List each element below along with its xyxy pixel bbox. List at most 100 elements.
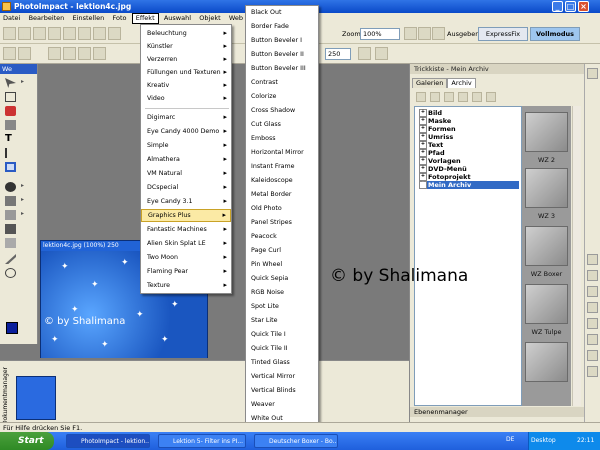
option-icon[interactable]: [358, 47, 371, 60]
menu-effekt[interactable]: Effekt: [131, 13, 159, 24]
vollmodus-button[interactable]: Vollmodus: [530, 27, 580, 41]
submenu-item-old-photo[interactable]: Old Photo: [246, 202, 318, 216]
flip-icon[interactable]: [93, 47, 106, 60]
submenu-item-weaver[interactable]: Weaver: [246, 398, 318, 412]
close-button[interactable]: ×: [578, 1, 589, 12]
panel-toggle-icon[interactable]: [587, 286, 598, 297]
panel-toggle-icon[interactable]: [587, 334, 598, 345]
panel-toggle-icon[interactable]: [587, 318, 598, 329]
menu-item-almathera[interactable]: Almathera: [141, 153, 231, 166]
transform-icon[interactable]: [18, 47, 31, 60]
menu-bearbeiten[interactable]: Bearbeiten: [26, 13, 68, 24]
tool-arrow-icon[interactable]: ▸: [21, 78, 31, 88]
menu-item-two-moon[interactable]: Two Moon: [141, 251, 231, 264]
task-lektion[interactable]: Lektion 5- Filter ins PI...: [158, 434, 246, 448]
menu-auswahl[interactable]: Auswahl: [161, 13, 194, 24]
menu-item-verzerren[interactable]: Verzerren: [141, 53, 231, 66]
save-icon[interactable]: [33, 27, 46, 40]
submenu-item-button-beveler-2[interactable]: Button Beveler II: [246, 48, 318, 62]
submenu-item-horizontal-mirror[interactable]: Horizontal Mirror: [246, 146, 318, 160]
submenu-item-quick-sepia[interactable]: Quick Sepia: [246, 272, 318, 286]
submenu-item-quick-tile-2[interactable]: Quick Tile II: [246, 342, 318, 356]
submenu-item-panel-stripes[interactable]: Panel Stripes: [246, 216, 318, 230]
panel-tool-icon[interactable]: [430, 92, 440, 102]
menu-item-fantastic-machines[interactable]: Fantastic Machines: [141, 223, 231, 236]
menu-item-texture[interactable]: Texture: [141, 279, 231, 292]
panel-toggle-icon[interactable]: [587, 254, 598, 265]
pick-tool-icon[interactable]: [3, 47, 16, 60]
tree-item[interactable]: Text: [419, 141, 519, 149]
gallery-thumbnail[interactable]: [525, 284, 568, 324]
retouch-tool-icon[interactable]: [5, 238, 16, 248]
eyedropper-tool-icon[interactable]: [5, 254, 16, 264]
submenu-item-peacock[interactable]: Peacock: [246, 230, 318, 244]
magnifier-tool-icon[interactable]: [5, 268, 16, 278]
submenu-item-colorize[interactable]: Colorize: [246, 90, 318, 104]
rotate-icon[interactable]: [78, 47, 91, 60]
panel-tool-icon[interactable]: [458, 92, 468, 102]
menu-item-kreativ[interactable]: Kreativ: [141, 79, 231, 92]
tab-galerien[interactable]: Galerien: [412, 78, 448, 88]
paste-icon[interactable]: [93, 27, 106, 40]
ausgeben-button[interactable]: Ausgeben: [447, 28, 479, 40]
panel-toggle-icon[interactable]: [587, 68, 598, 79]
menu-item-dcspecial[interactable]: DCspecial: [141, 181, 231, 194]
submenu-item-metal-border[interactable]: Metal Border: [246, 188, 318, 202]
copy-icon[interactable]: [78, 27, 91, 40]
menu-web[interactable]: Web: [226, 13, 246, 24]
submenu-item-kaleidoscope[interactable]: Kaleidoscope: [246, 174, 318, 188]
tool-arrow-icon[interactable]: ▸: [21, 196, 31, 206]
option2-icon[interactable]: [375, 47, 388, 60]
minimize-button[interactable]: _: [552, 1, 563, 12]
menu-foto[interactable]: Foto: [109, 13, 129, 24]
frame-tool-icon[interactable]: [5, 162, 16, 172]
submenu-item-instant-frame[interactable]: Instant Frame: [246, 160, 318, 174]
submenu-item-button-beveler-1[interactable]: Button Beveler I: [246, 34, 318, 48]
submenu-item-spot-lite[interactable]: Spot Lite: [246, 300, 318, 314]
task-boxer[interactable]: Deutscher Boxer - Bo...: [254, 434, 338, 448]
menu-item-eye-candy-4000[interactable]: Eye Candy 4000 Demo: [141, 125, 231, 138]
menu-item-beleuchtung[interactable]: Beleuchtung: [141, 27, 231, 40]
tree-item[interactable]: Bild: [419, 109, 519, 117]
gallery-thumbnail[interactable]: [525, 226, 568, 266]
expressfix-button[interactable]: ExpressFix: [478, 27, 528, 41]
document-thumbnail[interactable]: [16, 376, 56, 420]
submenu-item-emboss[interactable]: Emboss: [246, 132, 318, 146]
crop-icon[interactable]: [48, 47, 61, 60]
submenu-item-cross-shadow[interactable]: Cross Shadow: [246, 104, 318, 118]
submenu-item-quick-tile-1[interactable]: Quick Tile I: [246, 328, 318, 342]
transform-tool-icon[interactable]: [5, 120, 16, 130]
resize-icon[interactable]: [63, 47, 76, 60]
start-button[interactable]: Start: [0, 432, 54, 450]
pen-tool-icon[interactable]: [5, 148, 16, 158]
eraser-tool-icon[interactable]: [5, 210, 16, 220]
menu-item-alien-skin[interactable]: Alien Skin Splat LE: [141, 237, 231, 250]
tab-archiv[interactable]: Archiv: [447, 78, 476, 88]
tree-item[interactable]: Pfad: [419, 149, 519, 157]
foreground-color-swatch[interactable]: [6, 322, 18, 334]
submenu-item-tinted-glass[interactable]: Tinted Glass: [246, 356, 318, 370]
panel-tool-icon[interactable]: [444, 92, 454, 102]
tool-arrow-icon[interactable]: ▸: [21, 182, 31, 192]
submenu-item-black-out[interactable]: Black Out: [246, 6, 318, 20]
submenu-item-pin-wheel[interactable]: Pin Wheel: [246, 258, 318, 272]
tree-item[interactable]: Maske: [419, 117, 519, 125]
tool-arrow-icon[interactable]: ▸: [21, 210, 31, 220]
text-tool-icon[interactable]: T: [5, 134, 16, 144]
new-icon[interactable]: [3, 27, 16, 40]
gallery-thumbnail[interactable]: [525, 112, 568, 152]
submenu-item-star-lite[interactable]: Star Lite: [246, 314, 318, 328]
desktop-label[interactable]: Desktop: [531, 432, 556, 450]
menu-datei[interactable]: Datei: [0, 13, 23, 24]
menu-item-fuellungen[interactable]: Füllungen und Texturen: [141, 66, 231, 79]
language-indicator[interactable]: DE: [506, 436, 514, 443]
tree-item[interactable]: Fotoprojekt: [419, 173, 519, 181]
panel-tool-icon[interactable]: [472, 92, 482, 102]
tree-item[interactable]: Vorlagen: [419, 157, 519, 165]
menu-item-video[interactable]: Video: [141, 92, 231, 105]
menu-item-digimarc[interactable]: Digimarc: [141, 111, 231, 124]
maximize-button[interactable]: □: [565, 1, 576, 12]
fill-tool-icon[interactable]: [5, 224, 16, 234]
gallery-scrollbar[interactable]: [572, 106, 581, 406]
print-icon[interactable]: [48, 27, 61, 40]
